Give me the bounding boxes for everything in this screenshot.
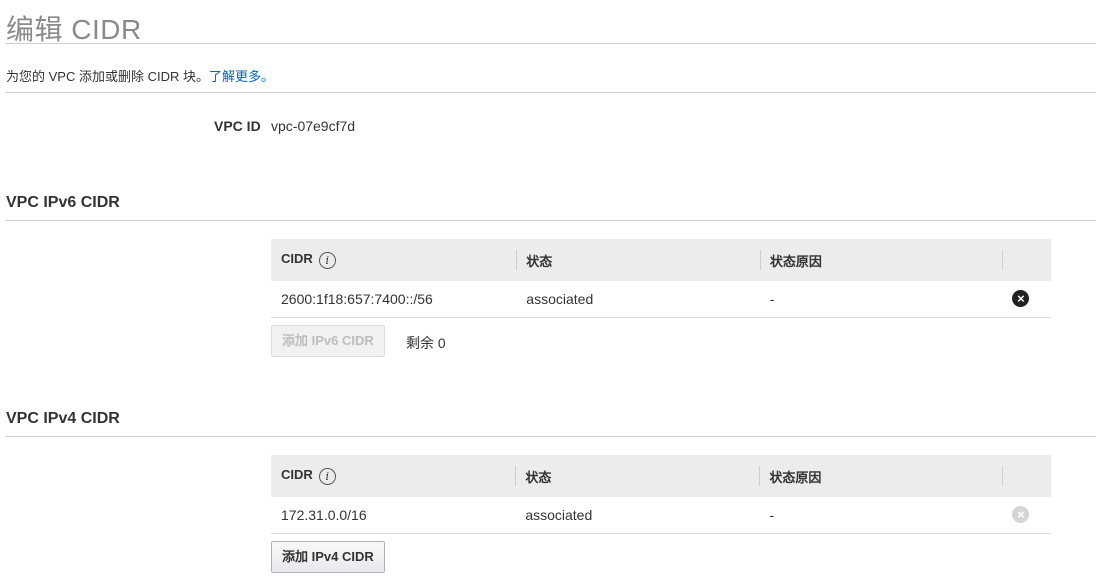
column-header-actions <box>1002 455 1051 497</box>
add-ipv4-cidr-button[interactable]: 添加 IPv4 CIDR <box>271 541 385 573</box>
column-header-status: 状态 <box>515 455 759 497</box>
column-header-cidr: CIDR i <box>271 239 516 281</box>
column-separator <box>516 250 518 270</box>
status-cell: associated <box>525 506 593 523</box>
title-divider <box>6 43 1096 44</box>
column-header-label: CIDR <box>281 467 313 483</box>
status-cell: associated <box>526 290 594 307</box>
page-title: 编辑 CIDR <box>6 14 142 45</box>
column-header-label: CIDR <box>281 251 313 267</box>
column-separator <box>759 466 761 486</box>
ipv4-section-divider <box>6 436 1096 437</box>
table-header-row: CIDR i 状态 状态原因 <box>271 455 1051 497</box>
description-text: 为您的 VPC 添加或删除 CIDR 块。 <box>6 69 209 84</box>
vpc-id-label: VPC ID <box>214 118 261 134</box>
remove-icon: × <box>1012 506 1030 524</box>
cidr-cell: 2600:1f18:657:7400::/56 <box>281 290 433 307</box>
column-separator <box>1002 466 1004 486</box>
description-divider <box>6 92 1096 93</box>
column-header-status: 状态 <box>516 239 760 281</box>
column-separator <box>1002 250 1004 270</box>
cidr-cell: 172.31.0.0/16 <box>281 506 367 523</box>
status-reason-cell: - <box>769 506 774 523</box>
remove-icon[interactable]: × <box>1012 290 1030 308</box>
column-header-label: 状态原因 <box>769 253 822 269</box>
table-row: 2600:1f18:657:7400::/56 associated - × <box>271 281 1051 317</box>
column-header-actions <box>1002 239 1051 281</box>
ipv4-cidr-table: CIDR i 状态 状态原因 172.31.0.0/16 associated -… <box>271 455 1051 534</box>
remove-cell: × <box>1002 281 1051 317</box>
status-reason-cell: - <box>769 290 775 307</box>
vpc-id-value: vpc-07e9cf7d <box>271 118 356 134</box>
column-header-cidr: CIDR i <box>271 455 515 497</box>
table-row: 172.31.0.0/16 associated - × <box>271 497 1051 533</box>
column-header-label: 状态 <box>525 469 552 485</box>
table-header-row: CIDR i 状态 状态原因 <box>271 239 1051 281</box>
info-icon[interactable]: i <box>318 467 336 485</box>
learn-more-link[interactable]: 了解更多。 <box>209 69 274 84</box>
ipv6-section-title: VPC IPv6 CIDR <box>6 194 120 211</box>
ipv6-remaining-count: 剩余 0 <box>406 335 446 351</box>
remove-cell: × <box>1002 497 1051 533</box>
column-separator <box>759 250 761 270</box>
column-header-label: 状态原因 <box>769 469 822 485</box>
column-header-reason: 状态原因 <box>759 239 1003 281</box>
column-separator <box>515 466 517 486</box>
ipv4-section-title: VPC IPv4 CIDR <box>6 410 120 427</box>
info-icon[interactable]: i <box>318 251 336 269</box>
column-header-reason: 状态原因 <box>759 455 1002 497</box>
add-ipv6-cidr-button[interactable]: 添加 IPv6 CIDR <box>271 325 385 357</box>
ipv6-section-divider <box>6 220 1096 221</box>
column-header-label: 状态 <box>526 253 553 269</box>
ipv6-cidr-table: CIDR i 状态 状态原因 2600:1f18:657:7400::/56 as… <box>271 239 1051 318</box>
page-description: 为您的 VPC 添加或删除 CIDR 块。了解更多。 <box>6 66 274 85</box>
